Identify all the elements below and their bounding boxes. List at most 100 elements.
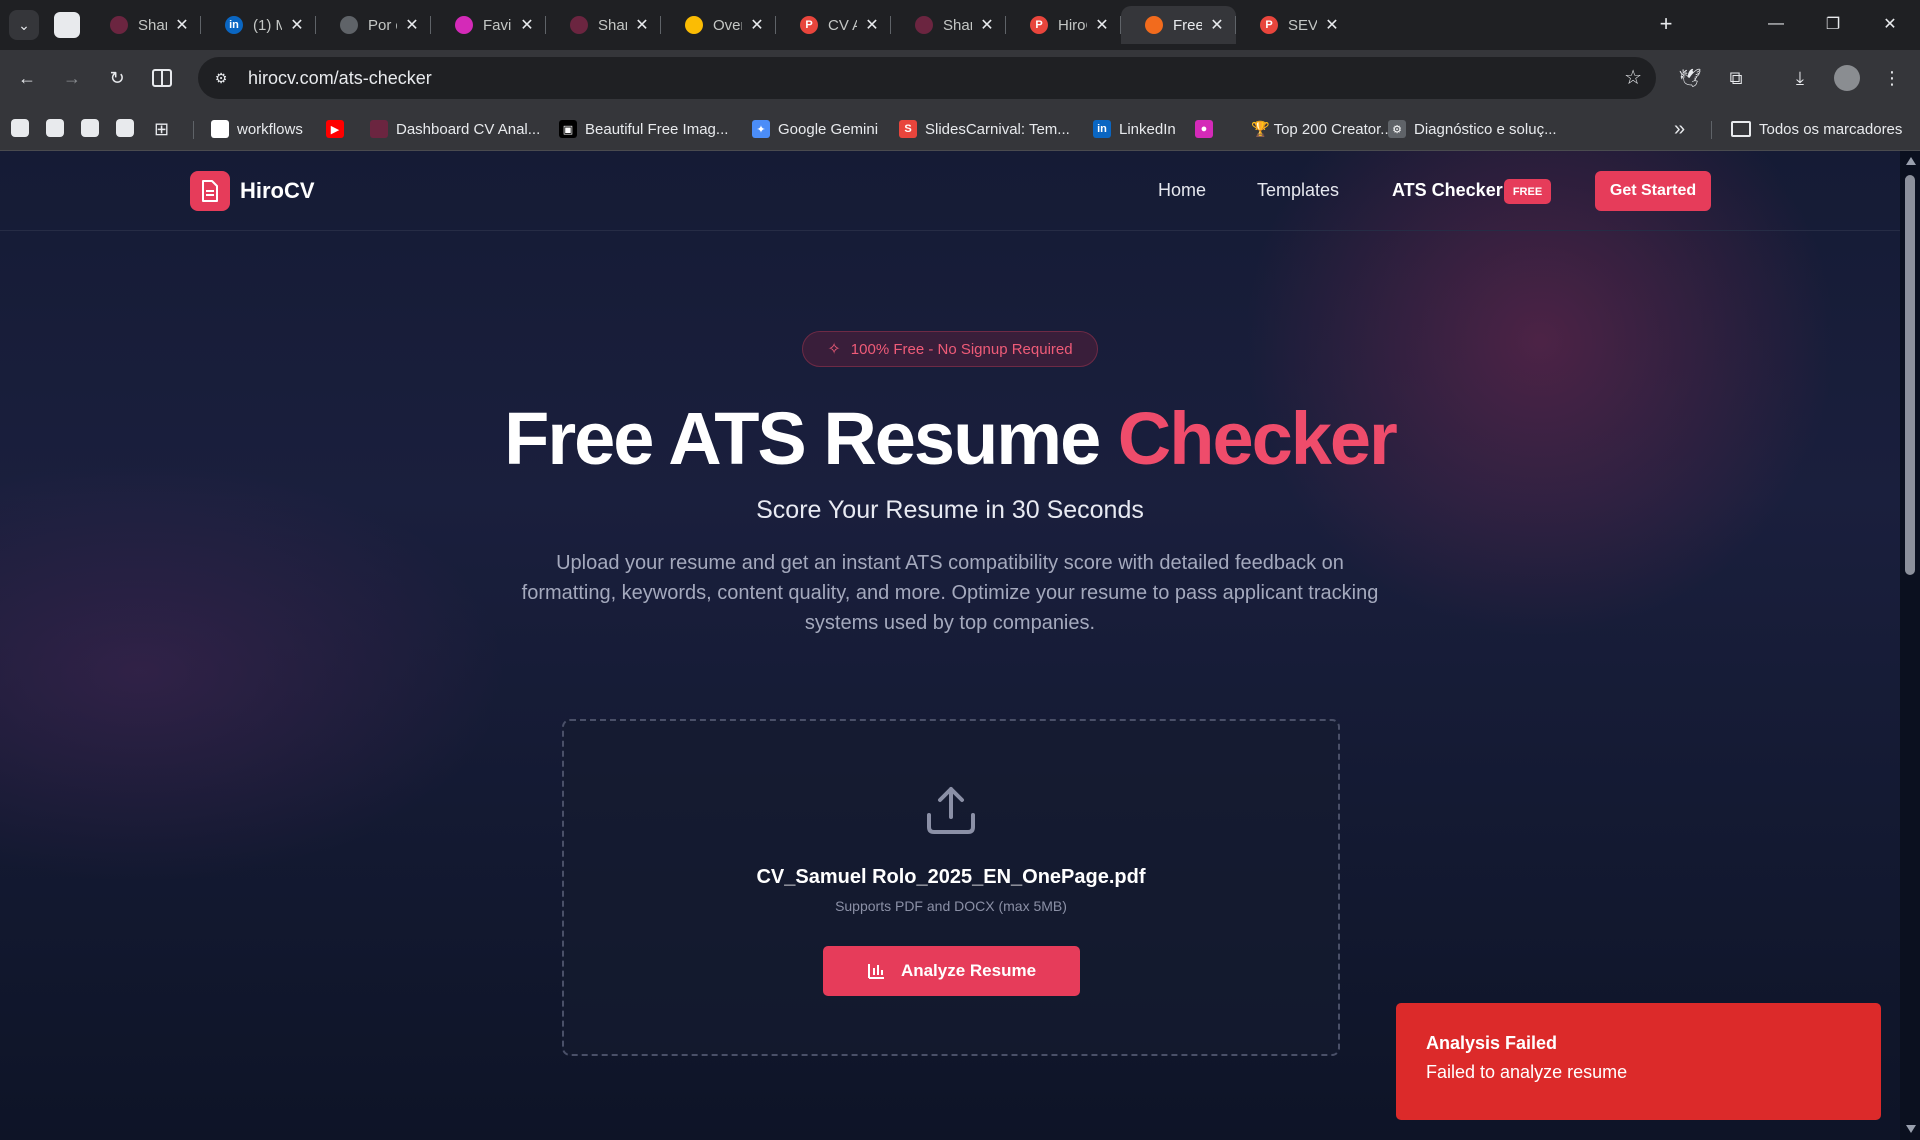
document-icon [190, 171, 230, 211]
app-shortcut-1[interactable] [11, 119, 29, 137]
all-bookmarks-folder[interactable]: Todos os marcadores [1731, 117, 1902, 141]
app-shortcut-3[interactable] [81, 119, 99, 137]
bar-chart-icon [867, 964, 884, 979]
bookmark-item[interactable]: ◉ workflows [211, 117, 303, 141]
site-info-button[interactable]: ⚙ [206, 63, 236, 93]
tab-title: Share2l [138, 16, 167, 34]
reload-icon: ↻ [109, 67, 125, 88]
nav-ats-checker[interactable]: ATS Checker [1392, 180, 1503, 201]
tab-group-icon[interactable] [54, 12, 80, 38]
tab-title: CV Anal [828, 16, 857, 34]
tab-close-icon[interactable]: ✕ [518, 15, 536, 35]
site-logo[interactable]: HiroCV [190, 171, 315, 211]
tab-close-icon[interactable]: ✕ [288, 15, 306, 35]
download-icon: ⤓ [1796, 67, 1804, 88]
upload-dropzone[interactable]: CV_Samuel Rolo_2025_EN_OnePage.pdf Suppo… [562, 719, 1340, 1056]
scroll-thumb[interactable] [1905, 175, 1915, 575]
tab-favicon-icon [1145, 16, 1163, 34]
chevron-down-icon: ⌄ [18, 16, 30, 33]
restore-button[interactable]: ❐ [1810, 8, 1856, 40]
tab-favicon-icon [915, 16, 933, 34]
tab-close-icon[interactable]: ✕ [403, 15, 421, 35]
bookmark-item[interactable]: Dashboard CV Anal... [370, 117, 540, 141]
bookmark-favicon-icon: ⚙ [1388, 120, 1406, 138]
page-scrollbar[interactable] [1900, 151, 1920, 1140]
bookmark-item[interactable]: ▣ Beautiful Free Imag... [559, 117, 728, 141]
nav-templates[interactable]: Templates [1257, 180, 1339, 201]
split-view-button[interactable] [146, 62, 178, 94]
browser-chrome: ⌄ Share2l✕in(1) Mes✕Por que✕Favikon✕Shar… [0, 0, 1920, 151]
tab-close-icon[interactable]: ✕ [748, 15, 766, 35]
analyze-resume-button[interactable]: Analyze Resume [823, 946, 1080, 996]
error-toast[interactable]: Analysis Failed Failed to analyze resume [1396, 1003, 1881, 1120]
new-tab-button[interactable]: + [1652, 10, 1680, 38]
minimize-button[interactable]: — [1753, 8, 1799, 40]
tab-favicon-icon: P [800, 16, 818, 34]
bookmark-item[interactable]: ● [1195, 117, 1221, 141]
browser-tab[interactable]: P HiroCV ✕ [1006, 6, 1121, 44]
tab-search-button[interactable]: ⌄ [9, 10, 39, 40]
bookmark-item[interactable]: in LinkedIn [1093, 117, 1176, 141]
bookmarks-overflow-button[interactable]: » [1674, 117, 1685, 141]
browser-tab[interactable]: in (1) Mes ✕ [201, 6, 316, 44]
browser-tab[interactable]: Favikon ✕ [431, 6, 546, 44]
arrow-left-icon: ← [18, 67, 36, 88]
browser-tab[interactable]: Free AT ✕ [1121, 6, 1236, 44]
downloads-button[interactable]: ⤓ [1784, 62, 1816, 94]
tab-close-icon[interactable]: ✕ [978, 15, 996, 35]
get-started-button[interactable]: Get Started [1595, 171, 1711, 211]
reload-button[interactable]: ↻ [101, 62, 133, 94]
back-button[interactable]: ← [11, 62, 43, 94]
forward-button[interactable]: → [56, 62, 88, 94]
browser-tab[interactable]: Share2l ✕ [891, 6, 1006, 44]
extension-button[interactable]: 🕊 [1674, 62, 1706, 94]
browser-tab[interactable]: Share2l ✕ [86, 6, 201, 44]
restore-icon: ❐ [1825, 16, 1841, 33]
browser-tab[interactable]: Share2l ✕ [546, 6, 661, 44]
bookmark-star-icon[interactable]: ☆ [1624, 65, 1642, 90]
browser-toolbar: ← → ↻ ⚙ hirocv.com/ats-checker ☆ 🕊 ⧉ ⤓ ⋮ [0, 50, 1920, 107]
toast-title: Analysis Failed [1426, 1033, 1558, 1053]
upload-icon [927, 787, 975, 834]
bookmark-item[interactable]: ⚙ Diagnóstico e soluç... [1388, 117, 1557, 141]
bookmark-item[interactable]: S SlidesCarnival: Tem... [899, 117, 1070, 141]
bookmark-item[interactable]: ✦ Google Gemini [752, 117, 878, 141]
app-shortcut-4[interactable] [116, 119, 134, 137]
close-window-button[interactable]: ✕ [1867, 8, 1913, 40]
selected-file-name: CV_Samuel Rolo_2025_EN_OnePage.pdf [756, 866, 1146, 888]
bookmark-item[interactable]: ▶ [326, 117, 352, 141]
tab-favicon-icon [110, 16, 128, 34]
free-pill-badge: ✧ 100% Free - No Signup Required [802, 331, 1098, 367]
scroll-up-arrow-icon[interactable] [1906, 157, 1916, 165]
extensions-menu-button[interactable]: ⧉ [1720, 62, 1752, 94]
hero-description: Upload your resume and get an instant AT… [521, 552, 1379, 634]
scroll-down-arrow-icon[interactable] [1906, 1125, 1916, 1133]
tab-close-icon[interactable]: ✕ [173, 15, 191, 35]
browser-menu-button[interactable]: ⋮ [1876, 62, 1908, 94]
app-shortcut-2[interactable] [46, 119, 64, 137]
address-bar[interactable]: ⚙ hirocv.com/ats-checker ☆ [198, 57, 1656, 99]
tab-close-icon[interactable]: ✕ [633, 15, 651, 35]
split-view-icon [152, 69, 172, 87]
bookmark-label: workflows [237, 120, 303, 138]
toast-message: Failed to analyze resume [1426, 1062, 1628, 1082]
tab-favicon-icon: P [1030, 16, 1048, 34]
bookmark-item[interactable]: 🏆 Top 200 Creator... [1225, 117, 1393, 141]
tab-title: Favikon [483, 16, 512, 34]
browser-tab[interactable]: Por que ✕ [316, 6, 431, 44]
tab-close-icon[interactable]: ✕ [1208, 15, 1226, 35]
browser-tab[interactable]: P SEVE: A ✕ [1236, 6, 1351, 44]
tab-favicon-icon [570, 16, 588, 34]
url-text[interactable]: hirocv.com/ats-checker [248, 68, 432, 89]
tab-close-icon[interactable]: ✕ [1323, 15, 1341, 35]
browser-tab[interactable]: P CV Anal ✕ [776, 6, 891, 44]
brand-name: HiroCV [240, 178, 315, 203]
nav-home[interactable]: Home [1158, 180, 1206, 201]
tab-close-icon[interactable]: ✕ [863, 15, 881, 35]
apps-grid-button[interactable]: ⊞ [154, 117, 169, 141]
tab-close-icon[interactable]: ✕ [1093, 15, 1111, 35]
profile-button[interactable] [1831, 62, 1863, 94]
browser-tab[interactable]: Overvie ✕ [661, 6, 776, 44]
sparkles-icon: ✧ [827, 341, 841, 358]
avatar [1834, 65, 1860, 91]
